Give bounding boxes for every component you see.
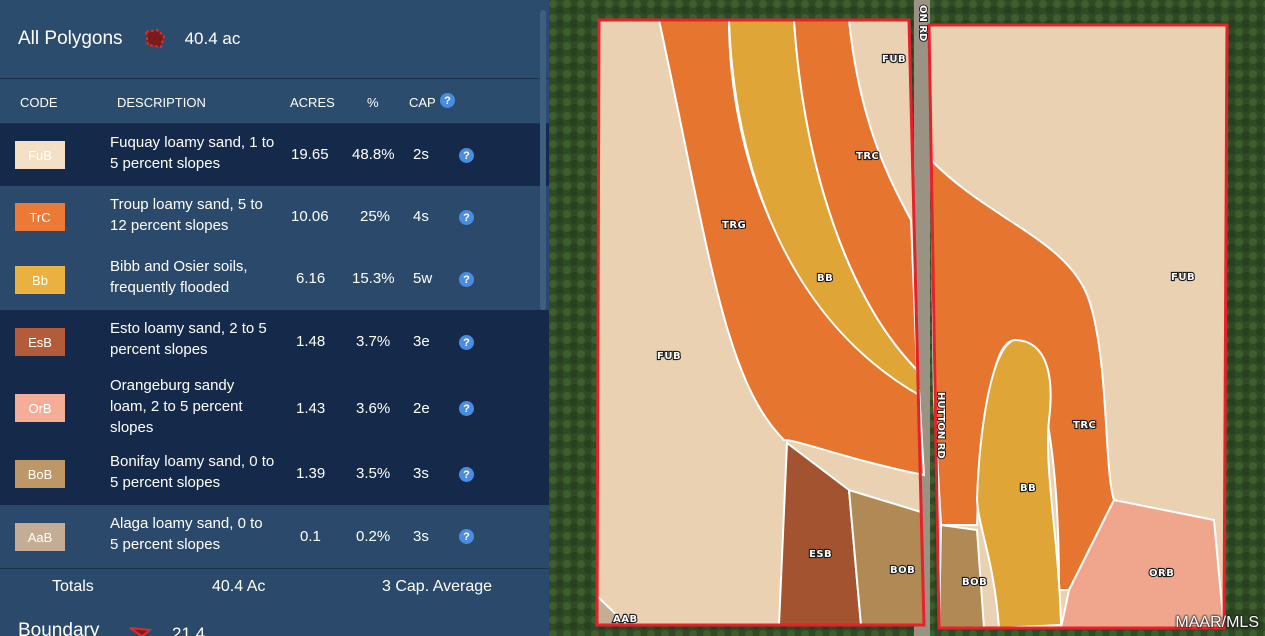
soil-cap: 2e bbox=[413, 400, 430, 417]
soil-cap: 3s bbox=[413, 465, 429, 482]
map-label: AAB bbox=[613, 614, 638, 625]
map-label: FUB bbox=[657, 351, 681, 362]
soil-cap: 2s bbox=[413, 146, 429, 163]
info-icon[interactable]: ? bbox=[459, 210, 474, 225]
column-percent[interactable]: % bbox=[367, 95, 379, 110]
map-label: FUB bbox=[1171, 272, 1195, 283]
table-row[interactable]: EsB Esto loamy sand, 2 to 5 percent slop… bbox=[0, 310, 549, 373]
soil-acres: 6.16 bbox=[296, 270, 326, 287]
soil-swatch: AaB bbox=[15, 523, 65, 551]
map-label: TRC bbox=[856, 151, 879, 162]
table-header: CODE DESCRIPTION ACRES % CAP ? bbox=[0, 79, 549, 124]
panel-header: All Polygons 40.4 ac bbox=[0, 0, 549, 79]
soil-description: Orangeburg sandy loam, 2 to 5 percent sl… bbox=[110, 377, 243, 436]
soil-acres: 1.39 bbox=[296, 465, 326, 482]
table-row[interactable]: OrB Orangeburg sandy loam, 2 to 5 percen… bbox=[0, 373, 549, 443]
soil-bob-left bbox=[847, 488, 926, 626]
road-label-hutton: HUTTON RD bbox=[935, 392, 946, 459]
soil-description: Troup loamy sand, 5 to 12 percent slopes bbox=[110, 196, 263, 234]
map-label: FUB bbox=[882, 54, 906, 65]
totals-acres: 40.4 Ac bbox=[212, 578, 266, 595]
map-label: BOB bbox=[890, 565, 915, 576]
totals-row: Totals 40.4 Ac 3 Cap. Average bbox=[0, 568, 549, 606]
soil-acres: 0.1 bbox=[300, 528, 321, 545]
mls-watermark: MAAR/MLS bbox=[1175, 614, 1259, 631]
column-description[interactable]: DESCRIPTION bbox=[117, 95, 206, 110]
soil-description: Bibb and Osier soils, frequently flooded bbox=[110, 258, 248, 296]
soil-acres: 10.06 bbox=[291, 208, 329, 225]
soil-percent: 48.8% bbox=[352, 146, 395, 163]
soil-cap: 3e bbox=[413, 333, 430, 350]
map-label: BB bbox=[1020, 483, 1036, 494]
soil-swatch: FuB bbox=[15, 141, 65, 169]
info-icon[interactable]: ? bbox=[459, 529, 474, 544]
soil-cap: 5w bbox=[413, 270, 433, 287]
soil-swatch: OrB bbox=[15, 394, 65, 422]
soil-description: Alaga loamy sand, 0 to 5 percent slopes bbox=[110, 515, 263, 553]
map-label: BB bbox=[817, 273, 833, 284]
soil-swatch: TrC bbox=[15, 203, 65, 231]
info-icon[interactable]: ? bbox=[459, 467, 474, 482]
soil-percent: 3.5% bbox=[356, 465, 391, 482]
info-icon[interactable]: ? bbox=[459, 401, 474, 416]
column-acres[interactable]: ACRES bbox=[290, 95, 335, 110]
soil-report-panel: All Polygons 40.4 ac CODE DESCRIPTION AC… bbox=[0, 0, 549, 636]
column-cap[interactable]: CAP bbox=[409, 95, 436, 110]
soil-map[interactable]: ON RD HUTTON RD FUB TRC TRG BB FUB FUB T… bbox=[549, 0, 1265, 636]
soil-swatch: Bb bbox=[15, 266, 65, 294]
table-row[interactable]: FuB Fuquay loamy sand, 1 to 5 percent sl… bbox=[0, 124, 549, 186]
boundary-label[interactable]: Boundary bbox=[18, 620, 99, 636]
soil-acres: 19.65 bbox=[291, 146, 329, 163]
panel-scrollbar[interactable] bbox=[540, 10, 546, 310]
soil-swatch: BoB bbox=[15, 460, 65, 488]
soil-map-canvas: ON RD HUTTON RD FUB TRC TRG BB FUB FUB T… bbox=[549, 0, 1265, 636]
table-row[interactable]: Bb Bibb and Osier soils, frequently floo… bbox=[0, 248, 549, 310]
info-icon[interactable]: ? bbox=[459, 272, 474, 287]
table-row[interactable]: BoB Bonifay loamy sand, 0 to 5 percent s… bbox=[0, 443, 549, 505]
road-label-top: ON RD bbox=[917, 5, 928, 41]
total-acres: 40.4 ac bbox=[184, 29, 241, 48]
soil-swatch: EsB bbox=[15, 328, 65, 356]
soil-cap: 3s bbox=[413, 528, 429, 545]
boundary-acres: 21.4 bbox=[172, 624, 206, 636]
map-label: TRC bbox=[1073, 420, 1096, 431]
totals-cap: 3 Cap. Average bbox=[382, 578, 493, 595]
table-row[interactable]: AaB Alaga loamy sand, 0 to 5 percent slo… bbox=[0, 505, 549, 568]
map-label: TRG bbox=[722, 220, 746, 231]
info-icon[interactable]: ? bbox=[459, 148, 474, 163]
soil-percent: 0.2% bbox=[356, 528, 391, 545]
totals-label: Totals bbox=[52, 578, 94, 595]
soil-percent: 3.6% bbox=[356, 400, 391, 417]
soil-description: Esto loamy sand, 2 to 5 percent slopes bbox=[110, 320, 267, 358]
soil-percent: 25% bbox=[360, 208, 391, 225]
soil-description: Fuquay loamy sand, 1 to 5 percent slopes bbox=[110, 134, 275, 172]
cap-help-icon[interactable]: ? bbox=[440, 93, 455, 108]
panel-title: All Polygons bbox=[18, 28, 123, 49]
map-label: ORB bbox=[1149, 568, 1174, 579]
soil-percent: 15.3% bbox=[352, 270, 395, 287]
table-row[interactable]: TrC Troup loamy sand, 5 to 12 percent sl… bbox=[0, 186, 549, 248]
soil-percent: 3.7% bbox=[356, 333, 391, 350]
polygon-icon bbox=[144, 28, 165, 49]
soil-acres: 1.48 bbox=[296, 333, 326, 350]
boundary-polygon-icon bbox=[129, 627, 153, 636]
soil-description: Bonifay loamy sand, 0 to 5 percent slope… bbox=[110, 453, 275, 491]
map-label: BOB bbox=[962, 577, 987, 588]
soil-cap: 4s bbox=[413, 208, 429, 225]
column-code[interactable]: CODE bbox=[20, 95, 58, 110]
map-label: ESB bbox=[809, 549, 832, 560]
soil-acres: 1.43 bbox=[296, 400, 326, 417]
info-icon[interactable]: ? bbox=[459, 335, 474, 350]
